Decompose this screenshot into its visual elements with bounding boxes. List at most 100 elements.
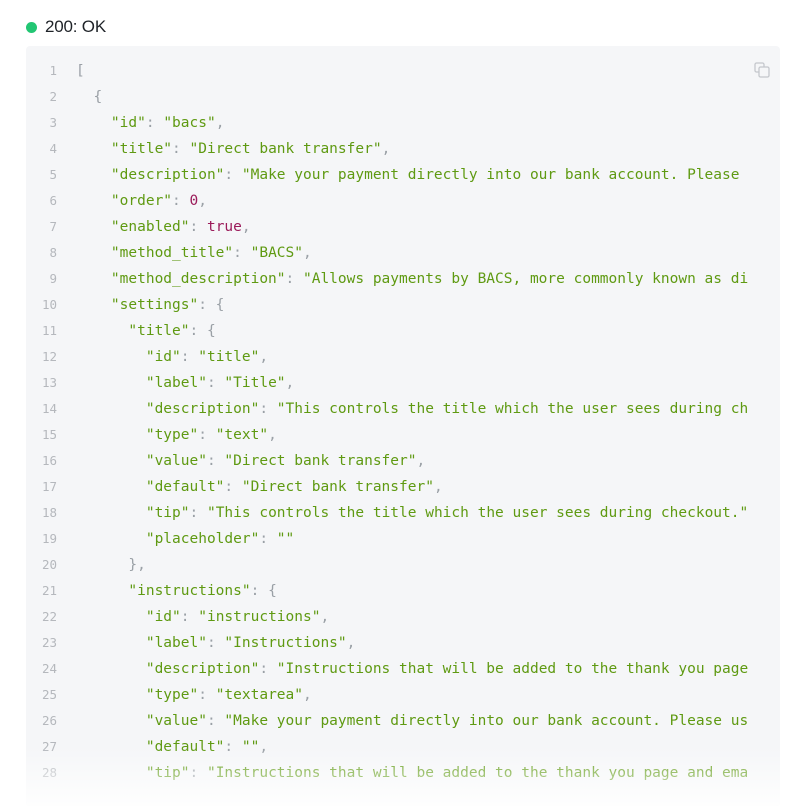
punctuation-token: :	[206, 635, 225, 651]
punctuation-token: ,	[285, 375, 295, 391]
string-token: "method_description"	[76, 271, 286, 287]
punctuation-token: :	[206, 375, 225, 391]
punctuation-token: },	[76, 557, 146, 573]
string-token: "Title"	[224, 375, 286, 391]
string-token: "id"	[76, 609, 181, 625]
string-token: "label"	[76, 635, 207, 651]
string-token: ""	[241, 739, 260, 755]
punctuation-token: ,	[303, 687, 312, 703]
code-text: {	[57, 84, 102, 110]
code-text: "label": "Instructions",	[57, 630, 356, 656]
code-text: "enabled": true,	[57, 214, 251, 240]
string-token: "Make your payment directly into our ban…	[241, 167, 740, 183]
line-number: 10	[41, 297, 57, 312]
line-number: 6	[49, 193, 57, 208]
line-number: 28	[41, 765, 57, 780]
punctuation-token: : {	[250, 583, 277, 599]
punctuation-token: :	[259, 661, 277, 677]
code-line: 28 "tip": "Instructions that will be add…	[26, 760, 748, 786]
string-token: "text"	[215, 427, 269, 443]
punctuation-token: ,	[259, 739, 269, 755]
punctuation-token: ,	[198, 193, 207, 209]
code-text: "value": "Direct bank transfer",	[57, 448, 425, 474]
code-text: "label": "Title",	[57, 370, 294, 396]
string-token: "default"	[76, 479, 225, 495]
line-number: 7	[49, 219, 57, 234]
string-token: "Direct bank transfer"	[224, 453, 417, 469]
line-number: 1	[49, 63, 57, 78]
code-text: "method_description": "Allows payments b…	[57, 266, 748, 292]
punctuation-token: :	[224, 167, 242, 183]
line-number: 22	[41, 609, 57, 624]
line-number: 11	[41, 323, 57, 338]
line-number: 13	[41, 375, 57, 390]
line-number: 4	[49, 141, 57, 156]
string-token: "order"	[76, 193, 173, 209]
string-token: "type"	[76, 427, 199, 443]
string-token: "settings"	[76, 297, 199, 313]
line-number: 23	[41, 635, 57, 650]
string-token: "Instructions that will be added to the …	[276, 661, 749, 677]
code-line: 10 "settings": {	[26, 292, 748, 318]
line-number: 9	[49, 271, 57, 286]
string-token: "Direct bank transfer"	[189, 141, 382, 157]
string-token: "default"	[76, 739, 225, 755]
string-token: "id"	[76, 349, 181, 365]
punctuation-token: :	[285, 271, 303, 287]
string-token: "Allows payments by BACS, more commonly …	[302, 271, 749, 287]
string-token: "Direct bank transfer"	[241, 479, 434, 495]
line-number: 27	[41, 739, 57, 754]
code-text: "method_title": "BACS",	[57, 240, 312, 266]
punctuation-token: : {	[189, 323, 216, 339]
code-text: "tip": "Instructions that will be added …	[57, 760, 748, 786]
code-line: 4 "title": "Direct bank transfer",	[26, 136, 748, 162]
line-number: 21	[41, 583, 57, 598]
code-text: "id": "title",	[57, 344, 268, 370]
string-token: "value"	[76, 713, 207, 729]
string-token: "This controls the title which the user …	[276, 401, 749, 417]
code-line: 8 "method_title": "BACS",	[26, 240, 748, 266]
code-line: 9 "method_description": "Allows payments…	[26, 266, 748, 292]
code-text: "title": {	[57, 318, 216, 344]
code-line: 11 "title": {	[26, 318, 748, 344]
string-token: "type"	[76, 687, 199, 703]
punctuation-token: :	[189, 219, 207, 235]
line-number: 15	[41, 427, 57, 442]
code-lines: 1[2 {3 "id": "bacs", 4 "title": "Direct b…	[26, 58, 748, 786]
code-line: 22 "id": "instructions",	[26, 604, 748, 630]
response-status: 200: OK	[26, 17, 106, 37]
line-number: 18	[41, 505, 57, 520]
code-line: 5 "description": "Make your payment dire…	[26, 162, 748, 188]
string-token: "description"	[76, 661, 260, 677]
string-token: "label"	[76, 375, 207, 391]
punctuation-token: :	[259, 401, 277, 417]
code-line: 14 "description": "This controls the tit…	[26, 396, 748, 422]
punctuation-token: :	[180, 609, 199, 625]
string-token: "title"	[198, 349, 260, 365]
string-token: "id"	[76, 115, 146, 131]
punctuation-token: ,	[433, 479, 443, 495]
punctuation-token: :	[145, 115, 164, 131]
line-number: 14	[41, 401, 57, 416]
copy-button[interactable]	[753, 61, 771, 79]
code-line: 15 "type": "text",	[26, 422, 748, 448]
code-text: "id": "bacs",	[57, 110, 225, 136]
string-token: "BACS"	[250, 245, 303, 261]
punctuation-token: :	[180, 349, 199, 365]
punctuation-token: :	[189, 505, 207, 521]
punctuation-token: :	[259, 531, 277, 547]
line-number: 3	[49, 115, 57, 130]
code-line: 20 },	[26, 552, 748, 578]
punctuation-token: :	[206, 453, 225, 469]
code-line: 6 "order": 0,	[26, 188, 748, 214]
punctuation-token: ,	[215, 115, 225, 131]
punctuation-token: ,	[259, 349, 269, 365]
code-line: 13 "label": "Title",	[26, 370, 748, 396]
code-line: 7 "enabled": true,	[26, 214, 748, 240]
line-number: 25	[41, 687, 57, 702]
string-token: "value"	[76, 453, 207, 469]
code-line: 23 "label": "Instructions",	[26, 630, 748, 656]
punctuation-token: : {	[198, 297, 225, 313]
line-number: 17	[41, 479, 57, 494]
code-text: "settings": {	[57, 292, 225, 318]
